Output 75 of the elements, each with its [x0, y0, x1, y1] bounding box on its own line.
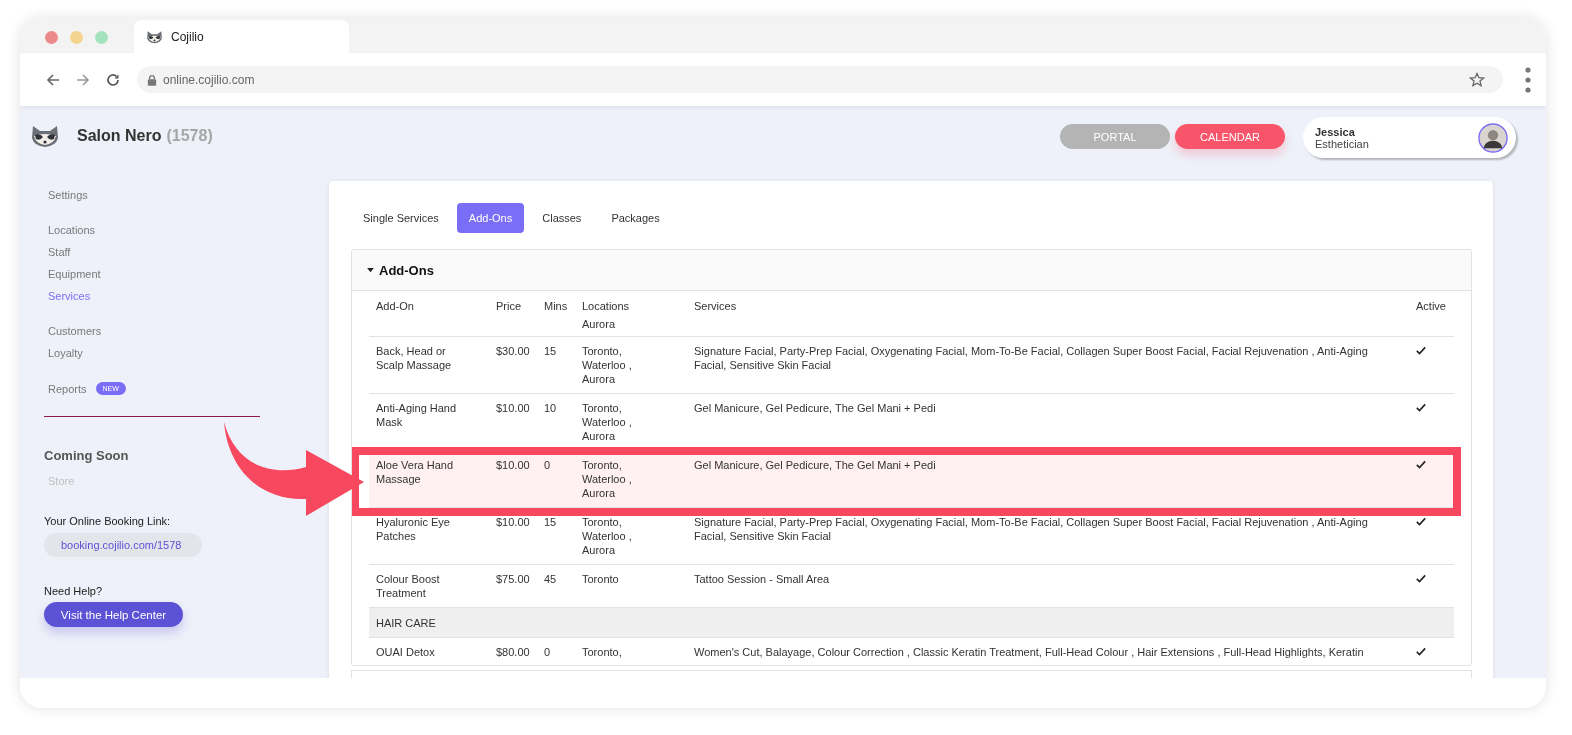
category-name: HAIR CARE	[375, 616, 436, 629]
table-cell-text: 10	[543, 401, 558, 416]
table-cell-text: 0	[543, 645, 552, 660]
table-cell-text: $80.00	[495, 645, 531, 660]
table-cell-text: Hyaluronic Eye Patches	[375, 515, 451, 544]
column-header: Locations	[581, 299, 631, 313]
tab[interactable]: Packages	[599, 203, 672, 233]
table-cell-text: $10.00	[495, 401, 531, 416]
salon-name: Salon Nero	[77, 127, 162, 145]
column-header: Price	[495, 299, 523, 313]
table-cell-text: $75.00	[495, 572, 531, 587]
booking-link-label: Your Online Booking Link:	[44, 515, 171, 527]
sidebar-item[interactable]: Equipment	[44, 268, 101, 280]
salon-id: (1578)	[166, 127, 213, 145]
section-title: Coming Soon	[44, 448, 129, 463]
bookmark-star-icon[interactable]	[1469, 71, 1485, 88]
table-cell-text: Gel Manicure, Gel Pedicure, The Gel Mani + Pedi	[693, 458, 937, 473]
sidebar-item[interactable]: Staff	[44, 246, 71, 258]
nav-button[interactable]: CALENDAR	[1175, 124, 1285, 149]
user-name: Jessica	[1315, 125, 1356, 138]
raccoon-logo-icon	[30, 124, 60, 148]
tab[interactable]: Add-Ons	[456, 203, 525, 233]
booking-link[interactable]: booking.cojilio.com/1578	[44, 533, 202, 557]
table-cell-text: 45	[543, 572, 558, 587]
sidebar-item[interactable]: Reports	[44, 382, 87, 395]
raccoon-icon	[146, 29, 163, 44]
column-header: Services	[693, 299, 738, 313]
table-cell-text: Aloe Vera Hand Massage	[375, 458, 455, 487]
table-cell-text: 0	[543, 458, 552, 473]
nav-button[interactable]: PORTAL	[1060, 124, 1170, 149]
panel-title: Add-Ons	[379, 262, 434, 278]
table-cell-text: Aurora	[581, 317, 617, 331]
table-cell-text: 15	[543, 515, 558, 530]
table-cell-text: Toronto,	[581, 645, 623, 660]
table-cell-text: Back, Head or Scalp Massage	[375, 344, 453, 373]
table-cell-text: Toronto, Waterloo , Aurora	[581, 458, 633, 500]
table-cell-text: Tattoo Session - Small Area	[693, 572, 831, 587]
table-cell-text: $10.00	[495, 515, 531, 530]
table-cell-text: Colour Boost Treatment	[375, 572, 441, 600]
avatar-icon	[1478, 122, 1508, 153]
sidebar-item[interactable]: Loyalty	[44, 347, 83, 359]
table-cell-text: 15	[543, 344, 558, 359]
column-header: Add-On	[375, 299, 415, 313]
lock-icon	[147, 73, 157, 86]
table-cell-text: Toronto, Waterloo , Aurora	[581, 344, 633, 386]
forward-icon[interactable]	[75, 71, 91, 88]
table-cell-text: Gel Manicure, Gel Pedicure, The Gel Mani + Pedi	[693, 401, 937, 416]
menu-icon[interactable]	[1525, 66, 1531, 93]
sidebar-item[interactable]: Settings	[44, 189, 88, 201]
reload-icon[interactable]	[105, 71, 121, 88]
user-role: Esthetician	[1315, 137, 1370, 150]
sidebar-item[interactable]: Locations	[44, 224, 96, 236]
table-cell-text: Women's Cut, Balayage, Colour Correction , Classic Keratin Treatment, Full-Head Colour , Hair Extensions , Full-Head Highlights, Keratin	[693, 645, 1365, 660]
table-cell-text: Anti-Aging Hand Mask	[375, 401, 458, 430]
table-cell-text: OUAI Detox	[375, 645, 436, 660]
browser-tab[interactable]: Cojilio	[134, 20, 349, 53]
table-cell-text: $10.00	[495, 458, 531, 473]
column-header: Mins	[543, 299, 569, 313]
table-cell-text: Toronto, Waterloo , Aurora	[581, 401, 633, 443]
table-cell-text: Toronto, Waterloo , Aurora	[581, 515, 633, 557]
help-center-button[interactable]: Visit the Help Center	[44, 602, 183, 627]
table-cell-text: $30.00	[495, 344, 531, 359]
sidebar-item[interactable]: Services	[44, 290, 91, 302]
tab[interactable]: Classes	[530, 203, 594, 233]
address-field[interactable]: online.cojilio.com	[137, 66, 1503, 93]
tab[interactable]: Single Services	[351, 203, 451, 233]
table-cell-text: Signature Facial, Party-Prep Facial, Oxygenating Facial, Mom-To-Be Facial, Collagen Super Boost Facial, Facial Rejuvenation , Anti-Aging Facial, Sensitive Skin Facial	[693, 344, 1369, 373]
table-cell-text: Toronto	[581, 572, 620, 587]
caret-icon[interactable]	[367, 267, 374, 273]
table-cell-text: Signature Facial, Party-Prep Facial, Oxygenating Facial, Mom-To-Be Facial, Collagen Super Boost Facial, Facial Rejuvenation , Anti-Aging Facial, Sensitive Skin Facial	[693, 515, 1369, 544]
column-header: Active	[1415, 299, 1447, 313]
back-icon[interactable]	[45, 71, 61, 88]
help-label: Need Help?	[44, 585, 103, 597]
user-card[interactable]: Jessica Esthetician	[1303, 117, 1516, 158]
sidebar-item[interactable]: Customers	[44, 325, 102, 337]
